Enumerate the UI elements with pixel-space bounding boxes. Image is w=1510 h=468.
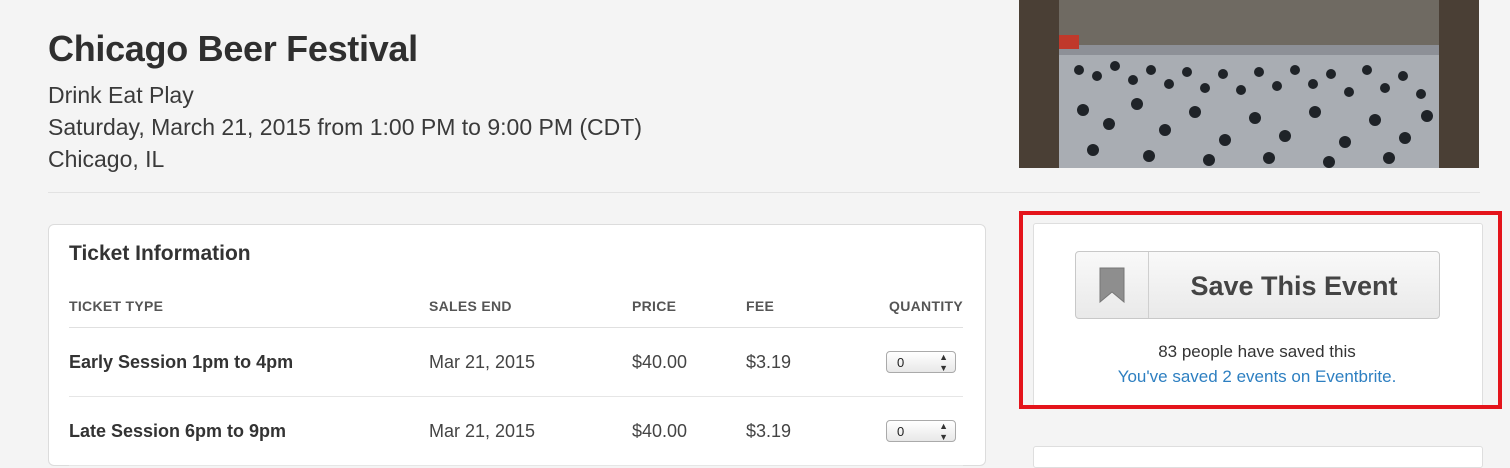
ticket-information-header: Ticket Information [69,242,251,265]
price: $40.00 [632,396,746,466]
ticket-table-header-row: TICKET TYPE SALES END PRICE FEE QUANTITY [69,285,963,328]
select-arrows-icon: ▲ ▼ [939,352,948,373]
quantity-select[interactable]: 0 ▲ ▼ [886,351,956,373]
quantity-value: 0 [897,355,905,370]
sales-end: Mar 21, 2015 [429,327,632,397]
sales-end: Mar 21, 2015 [429,396,632,466]
event-subtitle: Drink Eat Play [48,82,194,108]
fee: $3.19 [746,327,846,397]
ticket-table: TICKET TYPE SALES END PRICE FEE QUANTITY… [69,285,963,466]
header-divider [48,192,1480,193]
table-row: Late Session 6pm to 9pm Mar 21, 2015 $40… [69,396,963,466]
quantity-cell: 0 ▲ ▼ [846,327,963,397]
column-header-fee: FEE [746,285,846,328]
column-header-price: PRICE [632,285,746,328]
column-header-sales-end: SALES END [429,285,632,328]
quantity-select[interactable]: 0 ▲ ▼ [886,420,956,442]
ticket-information-panel: Ticket Information TICKET TYPE SALES END… [48,224,986,466]
event-location: Chicago, IL [48,146,165,172]
highlight-box [1019,211,1502,409]
event-date-time: Saturday, March 21, 2015 from 1:00 PM to… [48,114,642,140]
secondary-panel [1033,446,1483,468]
select-arrows-icon: ▲ ▼ [939,421,948,442]
ticket-type: Early Session 1pm to 4pm [69,327,429,397]
price: $40.00 [632,327,746,397]
event-photo [1019,0,1479,168]
table-row: Early Session 1pm to 4pm Mar 21, 2015 $4… [69,327,963,397]
column-header-ticket-type: TICKET TYPE [69,285,429,328]
event-title: Chicago Beer Festival [48,28,418,69]
quantity-value: 0 [897,424,905,439]
fee: $3.19 [746,396,846,466]
column-header-quantity: QUANTITY [846,285,963,328]
quantity-cell: 0 ▲ ▼ [846,396,963,466]
ticket-type: Late Session 6pm to 9pm [69,396,429,466]
